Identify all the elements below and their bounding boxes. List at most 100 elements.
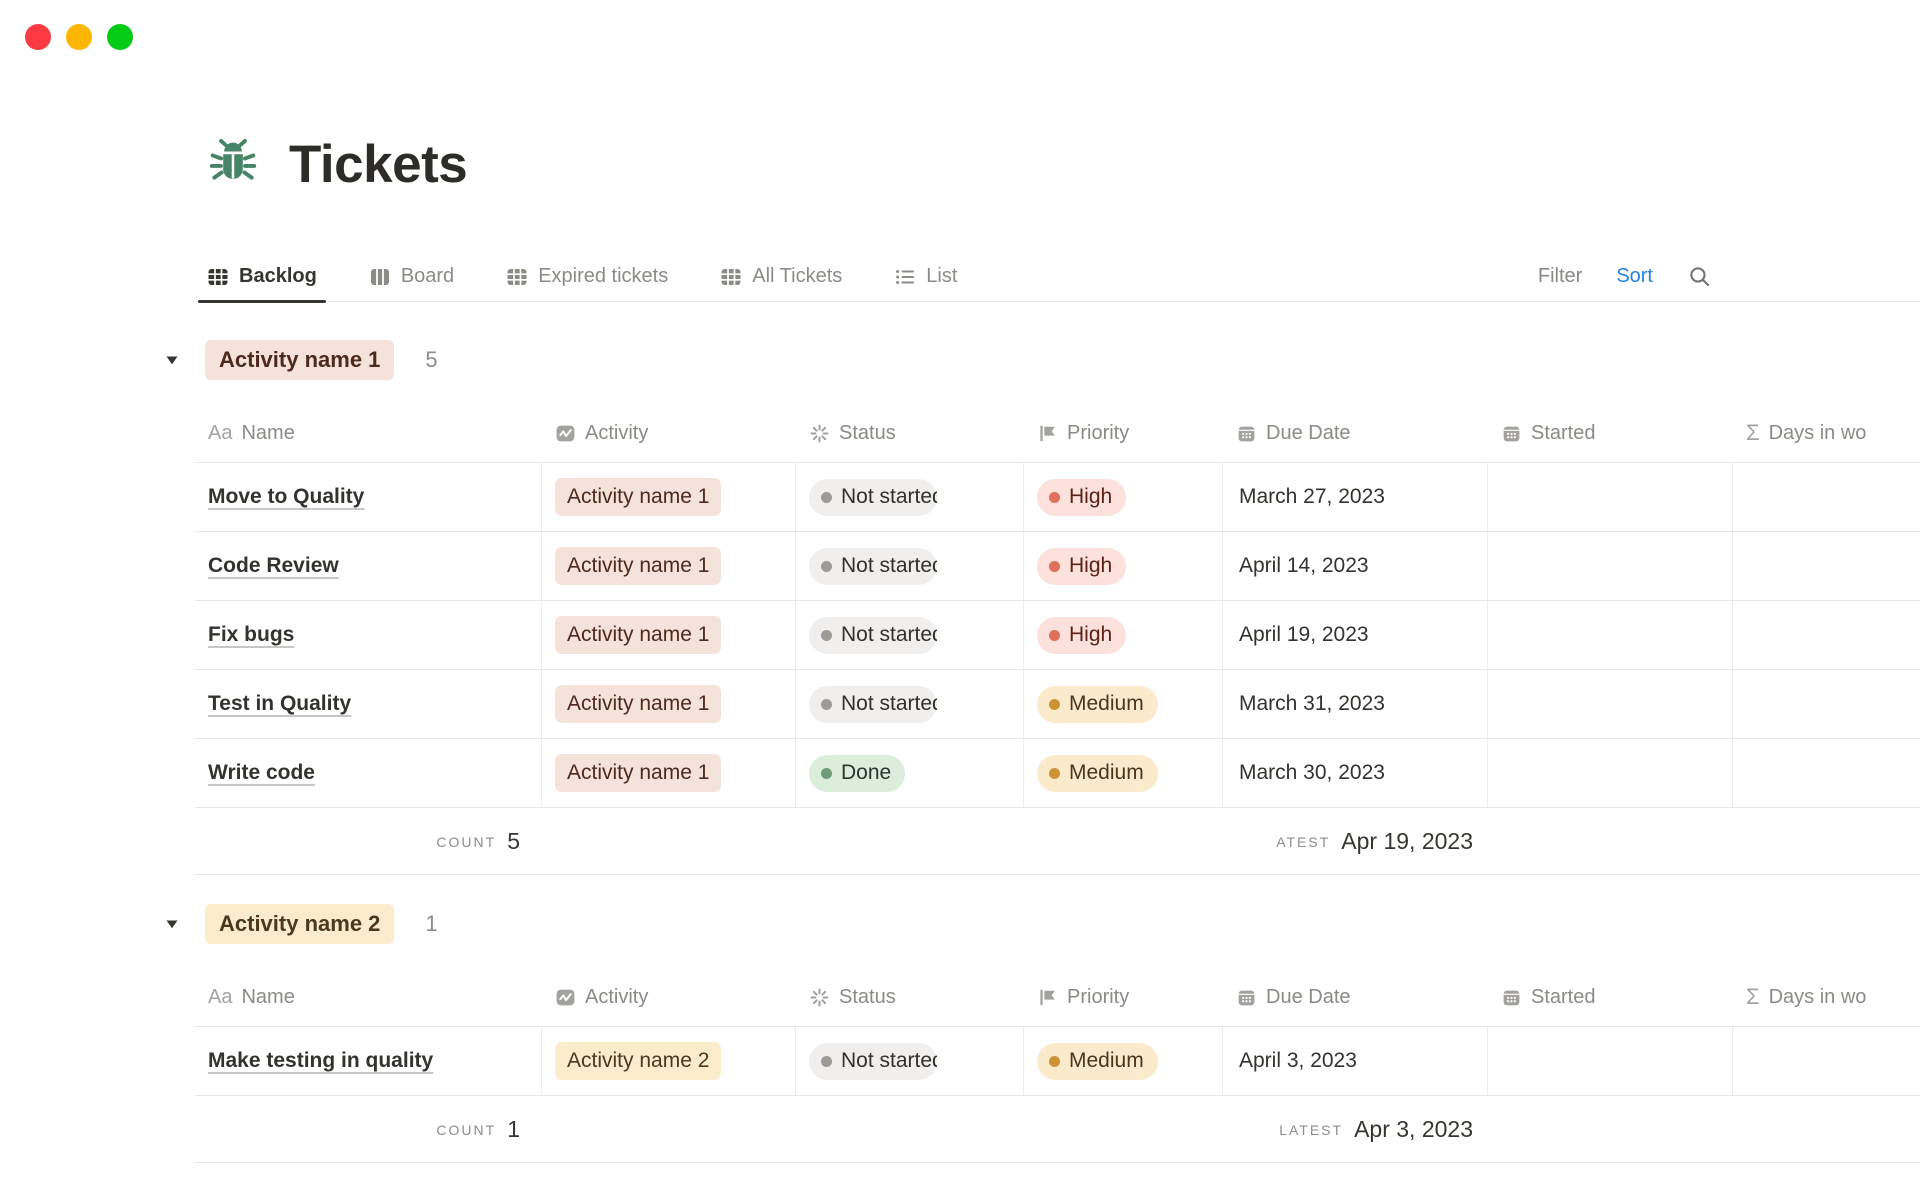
ticket-name-link[interactable]: Code Review xyxy=(208,554,339,578)
priority-cell[interactable]: Medium xyxy=(1024,1027,1223,1095)
column-header-status[interactable]: Status xyxy=(796,404,1024,462)
column-header-started[interactable]: Started xyxy=(1488,404,1733,462)
started-cell[interactable] xyxy=(1488,532,1733,600)
due-date-cell[interactable]: April 19, 2023 xyxy=(1223,601,1488,669)
status-cell[interactable]: Not started xyxy=(796,601,1024,669)
group-toggle-icon[interactable] xyxy=(159,347,185,373)
tab-backlog[interactable]: Backlog xyxy=(196,252,328,301)
status-cell[interactable]: Not started xyxy=(796,463,1024,531)
status-cell[interactable]: Done xyxy=(796,739,1024,807)
filter-button[interactable]: Filter xyxy=(1538,265,1582,288)
column-header-priority[interactable]: Priority xyxy=(1024,404,1223,462)
priority-pill[interactable]: Medium xyxy=(1037,755,1158,792)
ticket-name-link[interactable]: Make testing in quality xyxy=(208,1049,433,1073)
column-header-priority[interactable]: Priority xyxy=(1024,968,1223,1026)
status-pill[interactable]: Not started xyxy=(809,1043,937,1080)
column-header-days-in-work[interactable]: ΣDays in wo xyxy=(1733,404,1920,462)
latest-aggregate[interactable]: LATEST Apr 3, 2023 xyxy=(1223,1096,1488,1162)
activity-tag[interactable]: Activity name 1 xyxy=(555,547,721,585)
column-header-due-date[interactable]: Due Date xyxy=(1223,968,1488,1026)
status-pill[interactable]: Not started xyxy=(809,617,937,654)
started-cell[interactable] xyxy=(1488,1027,1733,1095)
column-header-name[interactable]: AaName xyxy=(195,968,542,1026)
due-date-cell[interactable]: March 27, 2023 xyxy=(1223,463,1488,531)
ticket-name-link[interactable]: Fix bugs xyxy=(208,623,294,647)
status-pill[interactable]: Not started xyxy=(809,686,937,723)
activity-cell[interactable]: Activity name 1 xyxy=(542,601,796,669)
activity-cell[interactable]: Activity name 1 xyxy=(542,532,796,600)
activity-tag[interactable]: Activity name 1 xyxy=(555,478,721,516)
column-header-activity[interactable]: Activity xyxy=(542,968,796,1026)
activity-tag[interactable]: Activity name 1 xyxy=(555,754,721,792)
status-pill[interactable]: Not started xyxy=(809,479,937,516)
due-date-cell[interactable]: March 31, 2023 xyxy=(1223,670,1488,738)
status-pill[interactable]: Done xyxy=(809,755,905,792)
days-in-work-cell[interactable] xyxy=(1733,463,1920,531)
name-cell[interactable]: Code Review xyxy=(195,532,542,600)
name-cell[interactable]: Fix bugs xyxy=(195,601,542,669)
started-cell[interactable] xyxy=(1488,463,1733,531)
name-cell[interactable]: Test in Quality xyxy=(195,670,542,738)
started-cell[interactable] xyxy=(1488,601,1733,669)
group-tag[interactable]: Activity name 1 xyxy=(205,340,394,380)
due-date-cell[interactable]: April 14, 2023 xyxy=(1223,532,1488,600)
tab-all-tickets[interactable]: All Tickets xyxy=(709,252,853,301)
tab-list[interactable]: List xyxy=(883,252,968,301)
column-header-status[interactable]: Status xyxy=(796,968,1024,1026)
status-cell[interactable]: Not started xyxy=(796,670,1024,738)
column-header-due-date[interactable]: Due Date xyxy=(1223,404,1488,462)
priority-pill[interactable]: Medium xyxy=(1037,686,1158,723)
name-cell[interactable]: Move to Quality xyxy=(195,463,542,531)
group-tag[interactable]: Activity name 2 xyxy=(205,904,394,944)
column-header-name[interactable]: AaName xyxy=(195,404,542,462)
close-window-button[interactable] xyxy=(25,24,51,50)
status-pill[interactable]: Not started xyxy=(809,548,937,585)
ticket-name-link[interactable]: Test in Quality xyxy=(208,692,351,716)
priority-pill[interactable]: High xyxy=(1037,479,1126,516)
minimize-window-button[interactable] xyxy=(66,24,92,50)
ticket-name-link[interactable]: Move to Quality xyxy=(208,485,364,509)
column-header-activity[interactable]: Activity xyxy=(542,404,796,462)
due-date-cell[interactable]: April 3, 2023 xyxy=(1223,1027,1488,1095)
priority-pill[interactable]: High xyxy=(1037,617,1126,654)
name-cell[interactable]: Make testing in quality xyxy=(195,1027,542,1095)
name-cell[interactable]: Write code xyxy=(195,739,542,807)
count-aggregate[interactable]: COUNT 5 xyxy=(195,808,542,874)
days-in-work-cell[interactable] xyxy=(1733,670,1920,738)
group-toggle-icon[interactable] xyxy=(159,911,185,937)
days-in-work-cell[interactable] xyxy=(1733,601,1920,669)
priority-cell[interactable]: High xyxy=(1024,463,1223,531)
zoom-window-button[interactable] xyxy=(107,24,133,50)
priority-cell[interactable]: Medium xyxy=(1024,739,1223,807)
search-icon[interactable] xyxy=(1687,264,1712,289)
activity-cell[interactable]: Activity name 1 xyxy=(542,670,796,738)
priority-cell[interactable]: High xyxy=(1024,601,1223,669)
tab-expired-tickets[interactable]: Expired tickets xyxy=(495,252,679,301)
days-in-work-cell[interactable] xyxy=(1733,532,1920,600)
priority-pill[interactable]: High xyxy=(1037,548,1126,585)
count-aggregate[interactable]: COUNT 1 xyxy=(195,1096,542,1162)
priority-cell[interactable]: Medium xyxy=(1024,670,1223,738)
bug-icon[interactable] xyxy=(205,137,261,193)
ticket-name-link[interactable]: Write code xyxy=(208,761,315,785)
column-header-days-in-work[interactable]: ΣDays in wo xyxy=(1733,968,1920,1026)
priority-pill[interactable]: Medium xyxy=(1037,1043,1158,1080)
status-cell[interactable]: Not started xyxy=(796,532,1024,600)
activity-tag[interactable]: Activity name 1 xyxy=(555,616,721,654)
activity-cell[interactable]: Activity name 1 xyxy=(542,739,796,807)
activity-cell[interactable]: Activity name 2 xyxy=(542,1027,796,1095)
page-title[interactable]: Tickets xyxy=(289,134,467,195)
days-in-work-cell[interactable] xyxy=(1733,1027,1920,1095)
activity-cell[interactable]: Activity name 1 xyxy=(542,463,796,531)
priority-cell[interactable]: High xyxy=(1024,532,1223,600)
latest-aggregate[interactable]: ATEST Apr 19, 2023 xyxy=(1223,808,1488,874)
activity-tag[interactable]: Activity name 1 xyxy=(555,685,721,723)
sort-button[interactable]: Sort xyxy=(1616,265,1653,288)
started-cell[interactable] xyxy=(1488,670,1733,738)
due-date-cell[interactable]: March 30, 2023 xyxy=(1223,739,1488,807)
tab-board[interactable]: Board xyxy=(358,252,465,301)
activity-tag[interactable]: Activity name 2 xyxy=(555,1042,721,1080)
column-header-started[interactable]: Started xyxy=(1488,968,1733,1026)
started-cell[interactable] xyxy=(1488,739,1733,807)
status-cell[interactable]: Not started xyxy=(796,1027,1024,1095)
